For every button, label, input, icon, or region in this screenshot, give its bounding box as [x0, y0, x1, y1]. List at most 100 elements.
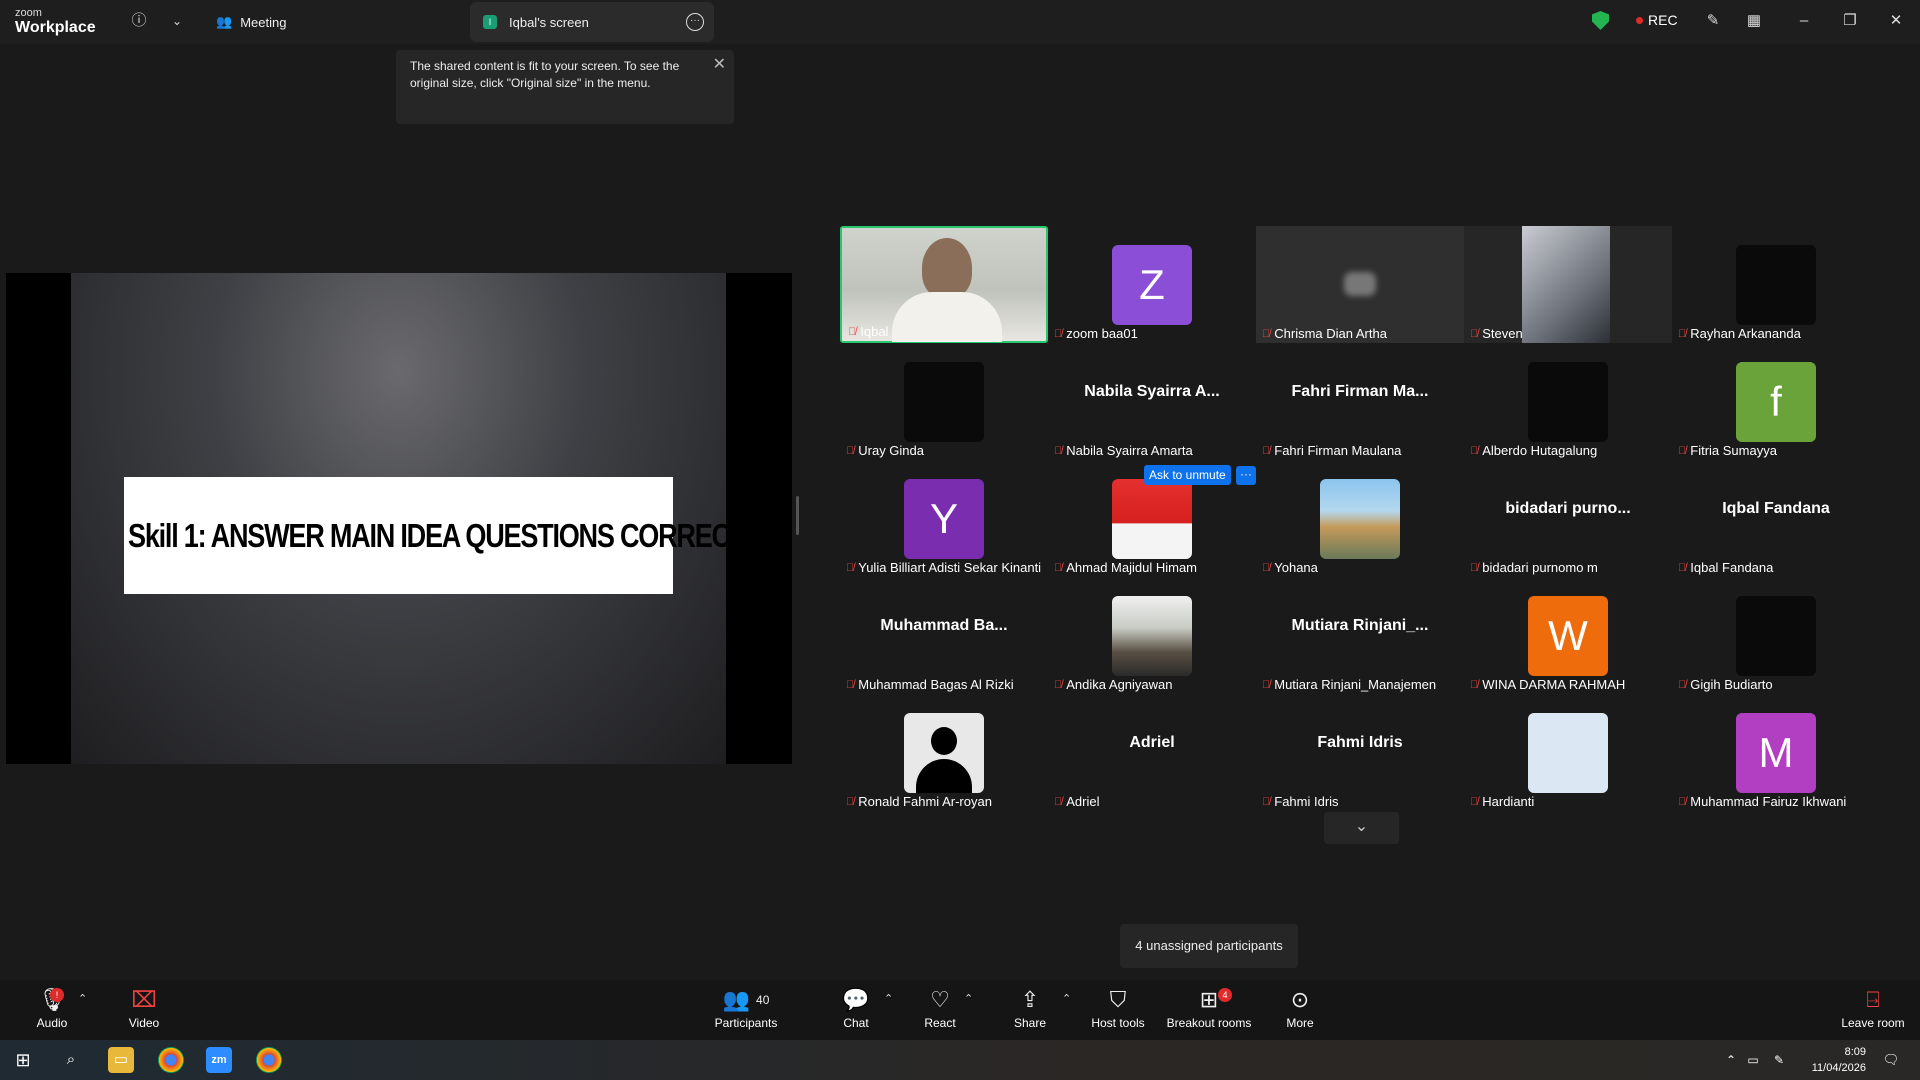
participant-name-text: Adriel — [1066, 794, 1100, 809]
chevron-down-icon[interactable]: ⌄ — [166, 10, 188, 32]
shared-screen-label: Iqbal's screen — [509, 14, 589, 30]
participant-tile[interactable]: 🎙̸ Hardianti — [1464, 694, 1672, 811]
avatar — [1112, 596, 1192, 676]
participant-name: 🎙̸ Muhammad Fairuz Ikhwani — [1678, 794, 1846, 809]
chat-button[interactable]: 💬 Chat — [836, 986, 876, 1030]
react-button[interactable]: ♡ React — [920, 986, 960, 1030]
react-label: React — [924, 1016, 956, 1030]
view-layout-icon[interactable]: ▦ — [1743, 10, 1765, 32]
chrome-icon[interactable] — [158, 1047, 184, 1073]
audio-label: Audio — [36, 1016, 68, 1030]
participant-name: 🎙̸ bidadari purnomo m — [1470, 560, 1598, 575]
windows-start-icon[interactable]: ⊞ — [10, 1047, 36, 1073]
share-button[interactable]: ⇪ Share — [1010, 986, 1050, 1030]
info-icon[interactable]: ⓘ — [128, 10, 150, 32]
tab-shared-screen[interactable]: I Iqbal's screen ··· — [470, 2, 714, 42]
participant-name: 🎙̸ Ahmad Majidul Himam — [1054, 560, 1197, 575]
chrome-profile-icon[interactable] — [256, 1047, 282, 1073]
close-tooltip-icon[interactable]: ✕ — [713, 56, 726, 73]
participant-tile[interactable]: 🎙̸ Alberdo Hutagalung — [1464, 343, 1672, 460]
system-clock[interactable]: 8:09 11/04/2026 — [1812, 1044, 1866, 1076]
muted-mic-icon: 🎙̸ — [1262, 795, 1271, 808]
participant-more-button[interactable]: ··· — [1236, 466, 1256, 485]
pen-tray-icon[interactable]: ✎ — [1766, 1047, 1792, 1073]
participant-tile[interactable]: Muhammad Ba... 🎙̸ Muhammad Bagas Al Rizki — [840, 577, 1048, 694]
participant-tile[interactable]: 🎙̸ Uray Ginda — [840, 343, 1048, 460]
leave-door-icon: ⍈ — [1866, 987, 1880, 1012]
participant-name-text: Yohana — [1274, 560, 1318, 575]
sharer-badge: I — [483, 15, 497, 29]
avatar: W — [1528, 596, 1608, 676]
participant-tile[interactable]: M 🎙̸ Muhammad Fairuz Ikhwani — [1672, 694, 1880, 811]
video-off-icon: ⌧ — [131, 987, 157, 1012]
participant-tile[interactable]: 🎙̸ Andika Agniyawan — [1048, 577, 1256, 694]
participant-name: 🎙̸ Rayhan Arkananda — [1678, 326, 1801, 341]
participant-tile[interactable]: Z 🎙̸ zoom baa01 — [1048, 226, 1256, 343]
chat-options-caret[interactable]: ⌃ — [884, 992, 893, 1005]
participant-name: 🎙̸ Fahmi Idris — [1262, 794, 1339, 809]
participant-display-name: Adriel — [1129, 734, 1175, 751]
close-icon[interactable]: ✕ — [1885, 10, 1907, 32]
participant-tile[interactable]: bidadari purno... 🎙̸ bidadari purnomo m — [1464, 460, 1672, 577]
shared-screen-view[interactable]: Skill 1: ANSWER MAIN IDEA QUESTIONS CORR… — [6, 273, 792, 764]
participant-name-text: Hardianti — [1482, 794, 1535, 809]
participant-name-text: Ahmad Majidul Himam — [1066, 560, 1198, 575]
participant-name: 🎙̸ Iqbal Fandana — [1678, 560, 1773, 575]
participant-tile[interactable]: 🎙̸ Iqbal — [840, 226, 1048, 343]
react-options-caret[interactable]: ⌃ — [964, 992, 973, 1005]
host-tools-button[interactable]: ⛉ Host tools — [1088, 986, 1148, 1030]
recording-indicator[interactable]: REC — [1636, 12, 1678, 28]
participant-name: 🎙̸ Fitria Sumayya — [1678, 443, 1777, 458]
security-shield-icon[interactable] — [1592, 11, 1609, 30]
muted-mic-icon: 🎙̸ — [846, 444, 855, 457]
avatar — [1736, 596, 1816, 676]
participant-tile[interactable]: Iqbal Fandana 🎙̸ Iqbal Fandana — [1672, 460, 1880, 577]
participant-name-text: Iqbal Fandana — [1690, 560, 1774, 575]
participant-display-name: Muhammad Ba... — [880, 617, 1008, 634]
search-icon[interactable]: ⌕ — [58, 1047, 84, 1073]
participant-tile[interactable]: 🎙̸ Chrisma Dian Artha — [1256, 226, 1464, 343]
minimize-icon[interactable]: – — [1793, 10, 1815, 32]
participant-tile[interactable]: 🎙̸ Steven — [1464, 226, 1672, 343]
fit-to-screen-tooltip: The shared content is fit to your screen… — [396, 50, 734, 124]
user-silhouette-body — [916, 759, 972, 793]
participant-tile[interactable]: f 🎙̸ Fitria Sumayya — [1672, 343, 1880, 460]
breakout-rooms-icon: ⊞ — [1199, 987, 1219, 1012]
participant-tile[interactable]: Y 🎙̸ Yulia Billiart Adisti Sekar Kinanti — [840, 460, 1048, 577]
participant-tile[interactable]: 🎙̸ Yohana — [1256, 460, 1464, 577]
breakout-rooms-button[interactable]: ⊞ Breakout rooms — [1164, 986, 1254, 1030]
ask-to-unmute-button[interactable]: Ask to unmute — [1144, 465, 1231, 485]
breakout-rooms-label: Breakout rooms — [1166, 1016, 1252, 1030]
more-options-icon[interactable]: ··· — [686, 13, 704, 31]
more-button[interactable]: ⊙ More — [1280, 986, 1320, 1030]
participant-tile[interactable]: 🎙̸ Ronald Fahmi Ar-royan — [840, 694, 1048, 811]
notifications-icon[interactable]: 🗨 — [1878, 1047, 1904, 1073]
participant-tile[interactable]: Fahmi Idris 🎙̸ Fahmi Idris — [1256, 694, 1464, 811]
restore-icon[interactable]: ❐ — [1839, 10, 1861, 32]
share-options-caret[interactable]: ⌃ — [1062, 992, 1071, 1005]
video-button[interactable]: ⌧ Video — [124, 986, 164, 1030]
file-explorer-icon[interactable]: ▭ — [108, 1047, 134, 1073]
zoom-taskbar-icon[interactable]: zm — [206, 1047, 232, 1073]
audio-options-caret[interactable]: ⌃ — [78, 992, 87, 1005]
participant-tile[interactable]: Mutiara Rinjani_... 🎙̸ Mutiara Rinjani_Man… — [1256, 577, 1464, 694]
participant-tile[interactable]: Fahri Firman Ma... 🎙̸ Fahri Firman Maulana — [1256, 343, 1464, 460]
tab-meeting[interactable]: 👥 Meeting — [216, 10, 286, 34]
leave-room-button[interactable]: ⍈ Leave room — [1838, 986, 1908, 1030]
participant-tile[interactable]: Nabila Syairra A... 🎙̸ Nabila Syairra Amar… — [1048, 343, 1256, 460]
participants-icon: 👥 40 — [722, 987, 770, 1012]
participant-tile[interactable]: Adriel 🎙̸ Adriel — [1048, 694, 1256, 811]
participant-tile[interactable]: 🎙̸ Rayhan Arkananda — [1672, 226, 1880, 343]
gallery-next-page-button[interactable]: ⌄ — [1324, 812, 1399, 844]
participant-name-text: WINA DARMA RAHMAH — [1482, 677, 1626, 692]
panel-splitter[interactable] — [796, 496, 799, 535]
user-silhouette-icon — [931, 727, 957, 755]
unassigned-participants-tooltip: 4 unassigned participants — [1120, 924, 1298, 968]
network-icon[interactable]: ▭ — [1740, 1047, 1766, 1073]
annotate-pen-icon[interactable]: ✎ — [1702, 10, 1724, 32]
participant-tile[interactable]: 🎙̸ Gigih Budiarto — [1672, 577, 1880, 694]
participant-name: 🎙̸ Steven — [1470, 326, 1523, 341]
participant-tile[interactable]: W 🎙̸ WINA DARMA RAHMAH — [1464, 577, 1672, 694]
muted-mic-icon: 🎙̸ — [1470, 327, 1479, 340]
participants-button[interactable]: 👥 40 Participants — [714, 986, 778, 1030]
